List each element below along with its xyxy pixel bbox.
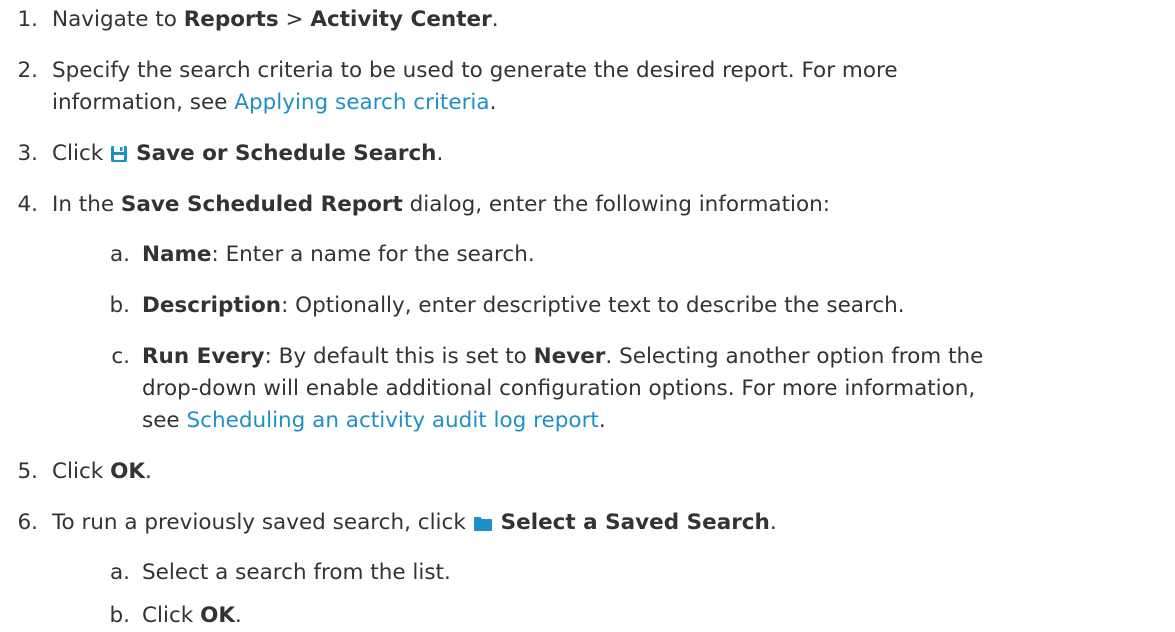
step-number: 5. <box>17 459 38 484</box>
step-number: 6. <box>17 510 38 535</box>
substep-text-post: . <box>598 408 606 433</box>
name-field-label: Name <box>142 242 212 267</box>
save-or-schedule-search-label: Save or Schedule Search <box>136 141 437 166</box>
step-text-post: . <box>145 459 152 484</box>
substep-text-line2: drop-down will enable additional configu… <box>142 376 976 401</box>
run-every-field-label: Run Every <box>142 344 265 369</box>
substep-description: : By default this is set to <box>264 344 534 369</box>
step-text: In the Save Scheduled Report dialog, ent… <box>52 189 830 221</box>
scheduling-audit-log-report-link[interactable]: Scheduling an activity audit log report <box>187 408 599 433</box>
substep-text: Description: Optionally, enter descripti… <box>142 290 905 322</box>
substep-letter: a. <box>109 560 130 585</box>
step-text-pre: Click <box>52 141 111 166</box>
procedure-document: 1. Navigate to Reports > Activity Center… <box>0 0 1175 628</box>
step-text: Click OK. <box>52 456 152 488</box>
substep-text: Click OK. <box>142 600 242 632</box>
step-text-post: . <box>489 90 497 115</box>
step-text-pre: To run a previously saved search, click <box>52 510 473 535</box>
step-text: Navigate to Reports > Activity Center. <box>52 4 499 36</box>
reports-label: Reports <box>183 7 279 32</box>
substep-text: Name: Enter a name for the search. <box>142 239 535 271</box>
step-number: 3. <box>17 141 38 166</box>
substep-description-cont: . Selecting another option from the <box>605 344 984 369</box>
step-text-post: dialog, enter the following information: <box>402 192 831 217</box>
substep-text: Select a search from the list. <box>142 560 451 585</box>
step-text-pre: information, see <box>52 90 235 115</box>
step-number: 2. <box>17 58 38 83</box>
step-text-post: . <box>769 510 777 535</box>
save-scheduled-report-label: Save Scheduled Report <box>120 192 403 217</box>
breadcrumb-separator: > <box>278 7 311 32</box>
activity-center-label: Activity Center <box>310 7 492 32</box>
step-number: 1. <box>17 7 38 32</box>
step-text-line1: Specify the search criteria to be used t… <box>52 58 898 83</box>
ok-label: OK <box>110 459 146 484</box>
description-field-label: Description <box>142 293 282 318</box>
substep-text-line3: see Scheduling an activity audit log rep… <box>142 405 606 437</box>
step-text-post: . <box>491 7 499 32</box>
step-text: Click Save or Schedule Search. <box>52 138 443 173</box>
step-text-pre: In the <box>52 192 121 217</box>
step-number: 4. <box>17 192 38 217</box>
step-text-pre: Navigate to <box>52 7 184 32</box>
save-icon <box>110 141 128 173</box>
never-option-label: Never <box>533 344 606 369</box>
folder-icon <box>473 510 493 542</box>
step-text-post: . <box>436 141 444 166</box>
substep-description: : Enter a name for the search. <box>211 242 535 267</box>
step-text-pre: Click <box>52 459 111 484</box>
select-saved-search-label: Select a Saved Search <box>500 510 770 535</box>
substep-text-line1: Run Every: By default this is set to Nev… <box>142 341 983 373</box>
step-text-line2: information, see Applying search criteri… <box>52 87 496 119</box>
applying-search-criteria-link[interactable]: Applying search criteria <box>234 90 489 115</box>
substep-letter: a. <box>109 242 130 267</box>
substep-letter: b. <box>109 603 130 628</box>
substep-letter: c. <box>111 344 130 369</box>
substep-description: : Optionally, enter descriptive text to … <box>281 293 905 318</box>
substep-letter: b. <box>109 293 130 318</box>
step-text: To run a previously saved search, click … <box>52 507 777 542</box>
substep-text-pre: see <box>142 408 187 433</box>
